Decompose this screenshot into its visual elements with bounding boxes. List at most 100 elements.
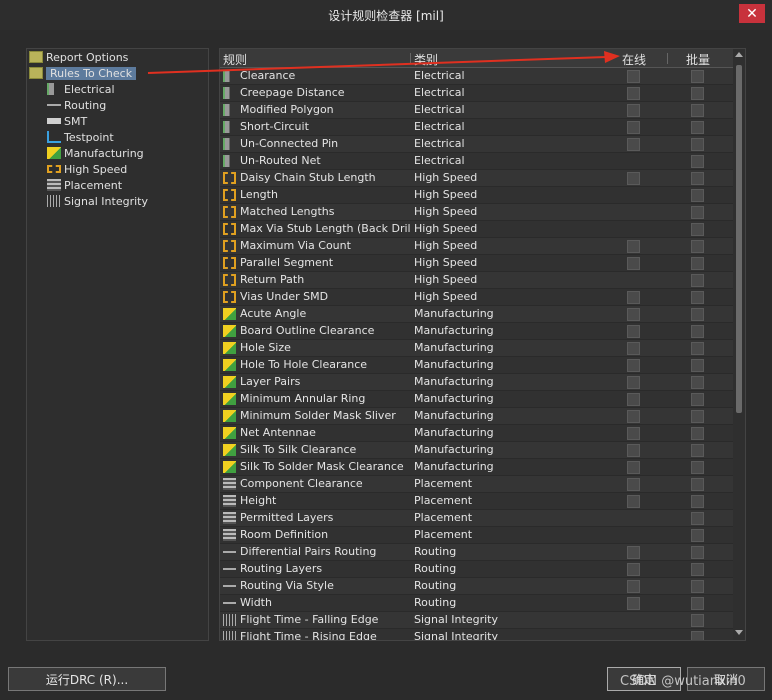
online-checkbox[interactable] (627, 478, 640, 491)
table-row[interactable]: Flight Time - Falling Edge Signal Integri… (220, 612, 734, 629)
table-row[interactable]: Net Antennae Manufacturing (220, 425, 734, 442)
table-row[interactable]: Vias Under SMD High Speed (220, 289, 734, 306)
table-row[interactable]: Differential Pairs Routing Routing (220, 544, 734, 561)
batch-checkbox[interactable] (691, 614, 704, 627)
online-checkbox[interactable] (627, 87, 640, 100)
table-row[interactable]: Silk To Solder Mask Clearance Manufacturi… (220, 459, 734, 476)
table-row[interactable]: Parallel Segment High Speed (220, 255, 734, 272)
rule-category-tree[interactable]: Report Options Rules To Check Electrical Ro… (26, 48, 209, 641)
tree-item-electrical[interactable]: Electrical (47, 82, 115, 98)
table-row[interactable]: Acute Angle Manufacturing (220, 306, 734, 323)
batch-checkbox[interactable] (691, 308, 704, 321)
table-row[interactable]: Layer Pairs Manufacturing (220, 374, 734, 391)
online-checkbox[interactable] (627, 308, 640, 321)
table-row[interactable]: Component Clearance Placement (220, 476, 734, 493)
online-checkbox[interactable] (627, 580, 640, 593)
batch-checkbox[interactable] (691, 563, 704, 576)
table-row[interactable]: Routing Layers Routing (220, 561, 734, 578)
tree-item-high-speed[interactable]: High Speed (47, 162, 127, 178)
run-drc-button[interactable]: 运行DRC (R)... (8, 667, 166, 691)
table-row[interactable]: Hole To Hole Clearance Manufacturing (220, 357, 734, 374)
batch-checkbox[interactable] (691, 597, 704, 610)
online-checkbox[interactable] (627, 121, 640, 134)
online-checkbox[interactable] (627, 427, 640, 440)
table-row[interactable]: Height Placement (220, 493, 734, 510)
table-row[interactable]: Creepage Distance Electrical (220, 85, 734, 102)
table-row[interactable]: Max Via Stub Length (Back Drilling) High … (220, 221, 734, 238)
batch-checkbox[interactable] (691, 631, 704, 640)
table-row[interactable]: Maximum Via Count High Speed (220, 238, 734, 255)
table-row[interactable]: Modified Polygon Electrical (220, 102, 734, 119)
table-row[interactable]: Length High Speed (220, 187, 734, 204)
online-checkbox[interactable] (627, 359, 640, 372)
batch-checkbox[interactable] (691, 376, 704, 389)
batch-checkbox[interactable] (691, 444, 704, 457)
table-row[interactable]: Silk To Silk Clearance Manufacturing (220, 442, 734, 459)
scroll-thumb[interactable] (736, 65, 742, 413)
column-header-online[interactable]: 在线 (622, 51, 646, 68)
online-checkbox[interactable] (627, 138, 640, 151)
vertical-scrollbar[interactable] (733, 49, 745, 640)
batch-checkbox[interactable] (691, 342, 704, 355)
scroll-down-arrow-icon[interactable] (735, 630, 743, 635)
batch-checkbox[interactable] (691, 529, 704, 542)
online-checkbox[interactable] (627, 240, 640, 253)
online-checkbox[interactable] (627, 291, 640, 304)
batch-checkbox[interactable] (691, 70, 704, 83)
batch-checkbox[interactable] (691, 257, 704, 270)
tree-item-report-options[interactable]: Report Options (29, 50, 128, 66)
tree-item-rules-to-check[interactable]: Rules To Check (29, 66, 137, 82)
batch-checkbox[interactable] (691, 512, 704, 525)
batch-checkbox[interactable] (691, 189, 704, 202)
table-row[interactable]: Permitted Layers Placement (220, 510, 734, 527)
online-checkbox[interactable] (627, 70, 640, 83)
batch-checkbox[interactable] (691, 427, 704, 440)
online-checkbox[interactable] (627, 172, 640, 185)
table-row[interactable]: Daisy Chain Stub Length High Speed (220, 170, 734, 187)
online-checkbox[interactable] (627, 563, 640, 576)
online-checkbox[interactable] (627, 393, 640, 406)
table-row[interactable]: Routing Via Style Routing (220, 578, 734, 595)
table-row[interactable]: Short-Circuit Electrical (220, 119, 734, 136)
table-row[interactable]: Un-Connected Pin Electrical (220, 136, 734, 153)
close-button[interactable]: ✕ (739, 4, 765, 23)
batch-checkbox[interactable] (691, 478, 704, 491)
batch-checkbox[interactable] (691, 172, 704, 185)
table-row[interactable]: Clearance Electrical (220, 68, 734, 85)
online-checkbox[interactable] (627, 597, 640, 610)
batch-checkbox[interactable] (691, 546, 704, 559)
column-header-category[interactable]: 类别 (414, 51, 438, 68)
online-checkbox[interactable] (627, 495, 640, 508)
batch-checkbox[interactable] (691, 121, 704, 134)
batch-checkbox[interactable] (691, 104, 704, 117)
table-row[interactable]: Room Definition Placement (220, 527, 734, 544)
table-row[interactable]: Return Path High Speed (220, 272, 734, 289)
batch-checkbox[interactable] (691, 291, 704, 304)
scroll-up-arrow-icon[interactable] (735, 52, 743, 57)
online-checkbox[interactable] (627, 546, 640, 559)
batch-checkbox[interactable] (691, 138, 704, 151)
table-row[interactable]: Hole Size Manufacturing (220, 340, 734, 357)
column-header-batch[interactable]: 批量 (686, 51, 710, 68)
online-checkbox[interactable] (627, 461, 640, 474)
online-checkbox[interactable] (627, 342, 640, 355)
batch-checkbox[interactable] (691, 325, 704, 338)
table-row[interactable]: Un-Routed Net Electrical (220, 153, 734, 170)
online-checkbox[interactable] (627, 444, 640, 457)
batch-checkbox[interactable] (691, 461, 704, 474)
tree-item-signal-integrity[interactable]: Signal Integrity (47, 194, 148, 210)
tree-item-placement[interactable]: Placement (47, 178, 122, 194)
batch-checkbox[interactable] (691, 87, 704, 100)
batch-checkbox[interactable] (691, 223, 704, 236)
batch-checkbox[interactable] (691, 410, 704, 423)
batch-checkbox[interactable] (691, 495, 704, 508)
table-row[interactable]: Minimum Annular Ring Manufacturing (220, 391, 734, 408)
table-row[interactable]: Matched Lengths High Speed (220, 204, 734, 221)
tree-item-manufacturing[interactable]: Manufacturing (47, 146, 144, 162)
online-checkbox[interactable] (627, 104, 640, 117)
column-header-rule[interactable]: 规则 (223, 51, 247, 68)
batch-checkbox[interactable] (691, 206, 704, 219)
online-checkbox[interactable] (627, 410, 640, 423)
batch-checkbox[interactable] (691, 155, 704, 168)
batch-checkbox[interactable] (691, 240, 704, 253)
